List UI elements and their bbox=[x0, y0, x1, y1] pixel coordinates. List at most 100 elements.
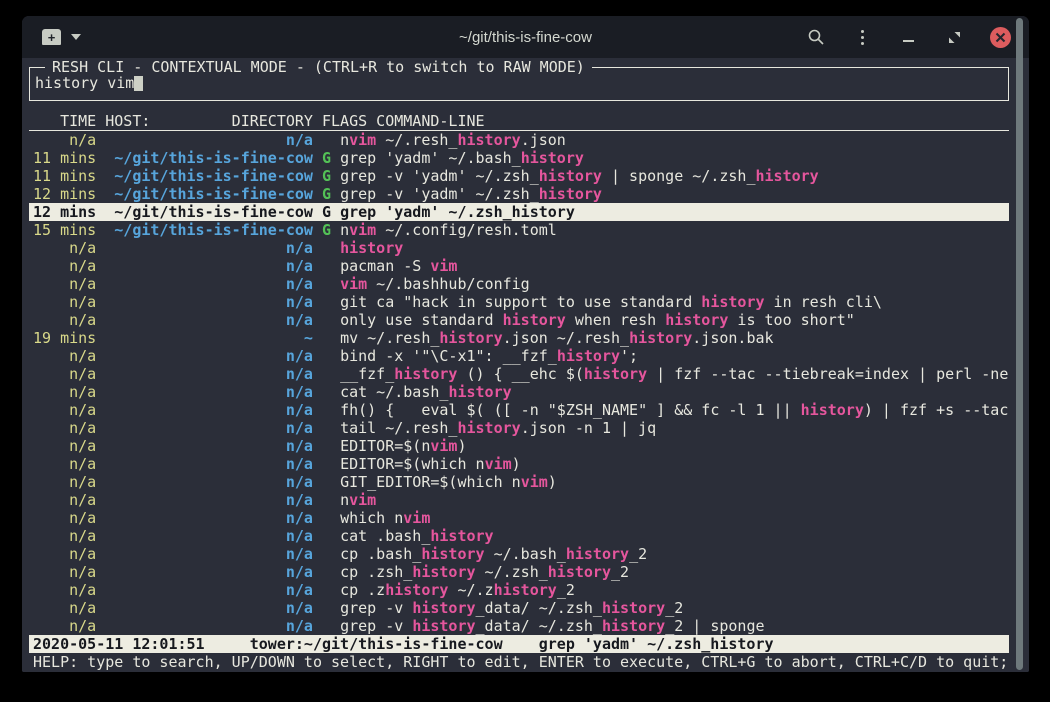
history-row[interactable]: n/a n/a only use standard history when r… bbox=[29, 311, 1009, 329]
row-flag bbox=[313, 437, 331, 455]
history-row[interactable]: n/a n/a pacman -S vim bbox=[29, 257, 1009, 275]
history-row[interactable]: n/a n/a cat .bash_history bbox=[29, 527, 1009, 545]
row-command: EDITOR=$(nvim) bbox=[331, 437, 466, 455]
row-command: bind -x '"\C-x1": __fzf_history'; bbox=[331, 347, 638, 365]
titlebar[interactable]: + ~/git/this-is-fine-cow bbox=[22, 16, 1029, 58]
resh-search-panel: RESH CLI - CONTEXTUAL MODE - (CTRL+R to … bbox=[29, 67, 1009, 101]
row-time: n/a bbox=[33, 275, 96, 293]
history-row[interactable]: n/a n/a which nvim bbox=[29, 509, 1009, 527]
match-highlight: history bbox=[602, 599, 665, 617]
match-highlight: history bbox=[566, 545, 629, 563]
row-directory: n/a bbox=[96, 599, 313, 617]
row-time: n/a bbox=[33, 599, 96, 617]
history-row[interactable]: n/a n/a git ca "hack in support to use s… bbox=[29, 293, 1009, 311]
row-directory: n/a bbox=[96, 455, 313, 473]
row-flag: G bbox=[313, 149, 331, 167]
search-panel-title: RESH CLI - CONTEXTUAL MODE - (CTRL+R to … bbox=[45, 58, 592, 76]
history-row[interactable]: n/a n/a vim ~/.bashhub/config bbox=[29, 275, 1009, 293]
row-directory: n/a bbox=[96, 275, 313, 293]
help-line: HELP: type to search, UP/DOWN to select,… bbox=[29, 653, 1009, 671]
search-button[interactable] bbox=[806, 27, 826, 47]
row-flag bbox=[313, 599, 331, 617]
minimize-button[interactable] bbox=[898, 27, 918, 47]
row-directory: ~/git/this-is-fine-cow bbox=[96, 185, 313, 203]
row-time: 11 mins bbox=[33, 167, 96, 185]
row-directory: n/a bbox=[96, 491, 313, 509]
row-time: n/a bbox=[33, 509, 96, 527]
row-command: cat .bash_history bbox=[331, 527, 494, 545]
history-row[interactable]: n/a n/a cat ~/.bash_history bbox=[29, 383, 1009, 401]
search-query-text: history vim bbox=[35, 74, 134, 92]
row-command: nvim bbox=[331, 491, 376, 509]
close-icon bbox=[995, 32, 1006, 43]
row-time: n/a bbox=[33, 563, 96, 581]
row-command: pacman -S vim bbox=[331, 257, 457, 275]
match-highlight: history bbox=[629, 329, 692, 347]
row-flag bbox=[313, 311, 331, 329]
history-row[interactable]: n/a n/a fh() { eval $( ([ -n "$ZSH_NAME"… bbox=[29, 401, 1009, 419]
match-highlight: history bbox=[801, 401, 864, 419]
row-command: grep 'yadm' ~/.zsh_history bbox=[331, 203, 575, 221]
history-row[interactable]: n/a n/a EDITOR=$(nvim) bbox=[29, 437, 1009, 455]
scrollbar-thumb[interactable] bbox=[1016, 18, 1023, 670]
match-highlight: vim bbox=[349, 131, 376, 149]
history-row[interactable]: n/a n/a nvim ~/.resh_history.json bbox=[29, 131, 1009, 149]
history-row[interactable]: n/a n/a cp .bash_history ~/.bash_history… bbox=[29, 545, 1009, 563]
history-row[interactable]: 15 mins ~/git/this-is-fine-cow G nvim ~/… bbox=[29, 221, 1009, 239]
text-cursor bbox=[134, 75, 143, 91]
row-flag bbox=[313, 365, 331, 383]
row-directory: n/a bbox=[96, 365, 313, 383]
row-command: mv ~/.resh_history.json ~/.resh_history.… bbox=[331, 329, 774, 347]
history-row[interactable]: n/a n/a nvim bbox=[29, 491, 1009, 509]
row-time: n/a bbox=[33, 419, 96, 437]
row-directory: n/a bbox=[96, 617, 313, 635]
search-icon bbox=[807, 28, 825, 46]
history-row[interactable]: n/a n/a grep -v history_data/ ~/.zsh_his… bbox=[29, 617, 1009, 635]
row-flag bbox=[313, 293, 331, 311]
match-highlight: vim bbox=[349, 221, 376, 239]
row-time: n/a bbox=[33, 365, 96, 383]
close-button[interactable] bbox=[990, 27, 1011, 48]
history-row[interactable]: 12 mins ~/git/this-is-fine-cow G grep 'y… bbox=[29, 203, 1009, 221]
table-header: TIME HOST: DIRECTORY FLAGS COMMAND-LINE bbox=[29, 112, 1009, 131]
history-row[interactable]: n/a n/a bind -x '"\C-x1": __fzf_history'… bbox=[29, 347, 1009, 365]
row-directory: n/a bbox=[96, 347, 313, 365]
match-highlight: history bbox=[512, 203, 575, 221]
row-time: 19 mins bbox=[33, 329, 96, 347]
row-command: cp .zsh_history ~/.zsh_history_2 bbox=[331, 563, 629, 581]
row-directory: n/a bbox=[96, 545, 313, 563]
restore-button[interactable] bbox=[944, 27, 964, 47]
row-flag bbox=[313, 275, 331, 293]
menu-button[interactable] bbox=[852, 27, 872, 47]
history-row[interactable]: 12 mins ~/git/this-is-fine-cow G grep -v… bbox=[29, 185, 1009, 203]
match-highlight: vim bbox=[485, 455, 512, 473]
row-flag bbox=[313, 563, 331, 581]
history-row[interactable]: n/a n/a tail ~/.resh_history.json -n 1 |… bbox=[29, 419, 1009, 437]
row-directory: n/a bbox=[96, 311, 313, 329]
row-flag bbox=[313, 419, 331, 437]
match-highlight: history bbox=[412, 563, 475, 581]
row-command: history bbox=[331, 239, 403, 257]
history-row[interactable]: 11 mins ~/git/this-is-fine-cow G grep 'y… bbox=[29, 149, 1009, 167]
history-row[interactable]: n/a n/a history bbox=[29, 239, 1009, 257]
match-highlight: history bbox=[340, 239, 403, 257]
row-directory: n/a bbox=[96, 581, 313, 599]
match-highlight: history bbox=[557, 347, 620, 365]
history-row[interactable]: n/a n/a cp .zsh_history ~/.zsh_history_2 bbox=[29, 563, 1009, 581]
row-time: 15 mins bbox=[33, 221, 96, 239]
match-highlight: history bbox=[457, 131, 520, 149]
row-directory: ~/git/this-is-fine-cow bbox=[96, 203, 313, 221]
history-row[interactable]: n/a n/a grep -v history_data/ ~/.zsh_his… bbox=[29, 599, 1009, 617]
row-flag: G bbox=[313, 167, 331, 185]
terminal-content: RESH CLI - CONTEXTUAL MODE - (CTRL+R to … bbox=[22, 58, 1029, 672]
history-row[interactable]: n/a n/a GIT_EDITOR=$(which nvim) bbox=[29, 473, 1009, 491]
row-flag bbox=[313, 131, 331, 149]
row-command: only use standard history when resh hist… bbox=[331, 311, 855, 329]
match-highlight: history bbox=[756, 167, 819, 185]
history-row[interactable]: 11 mins ~/git/this-is-fine-cow G grep -v… bbox=[29, 167, 1009, 185]
history-row[interactable]: n/a n/a EDITOR=$(which nvim) bbox=[29, 455, 1009, 473]
history-row[interactable]: n/a n/a cp .zhistory ~/.zhistory_2 bbox=[29, 581, 1009, 599]
history-row[interactable]: 19 mins ~ mv ~/.resh_history.json ~/.res… bbox=[29, 329, 1009, 347]
match-highlight: history bbox=[430, 527, 493, 545]
history-row[interactable]: n/a n/a __fzf_history () { __ehc $(histo… bbox=[29, 365, 1009, 383]
